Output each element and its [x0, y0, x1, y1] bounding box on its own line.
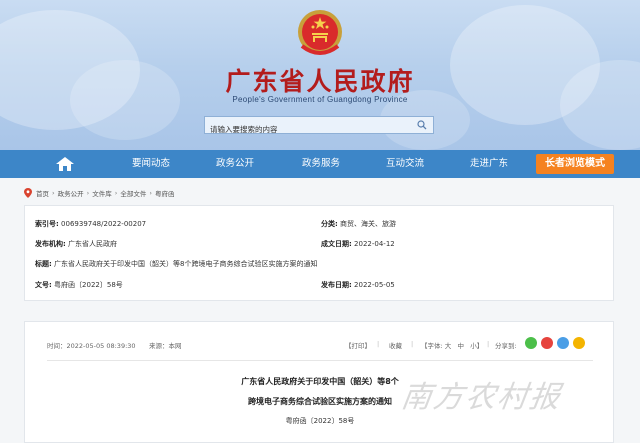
category-label: 分类:	[321, 220, 338, 228]
created-date-label: 成文日期:	[321, 240, 352, 248]
publish-time: 时间：2022-05-05 08:39:30	[47, 342, 136, 350]
published-date-label: 发布日期:	[321, 281, 352, 289]
nav-item-about[interactable]: 走进广东	[454, 150, 524, 178]
divider	[47, 360, 593, 361]
created-date-row: 成文日期: 2022-04-12	[321, 239, 395, 249]
title-value: 广东省人民政府关于印发中国（韶关）等8个跨境电子商务综合试验区实施方案的通知	[54, 260, 318, 268]
issuer-value: 广东省人民政府	[68, 240, 118, 248]
font-size-medium[interactable]: 中	[457, 342, 464, 350]
title-label: 标题:	[35, 260, 52, 268]
favorite-link[interactable]: 收藏	[389, 340, 402, 350]
meta-divider: |	[487, 340, 490, 348]
doc-number-label: 文号:	[35, 281, 52, 289]
nav-item-news[interactable]: 要闻动态	[116, 150, 186, 178]
font-size-control: 【字体: 大 中 小】	[421, 340, 483, 350]
published-date-value: 2022-05-05	[354, 281, 395, 289]
qzone-share-icon[interactable]	[573, 337, 585, 349]
breadcrumb-current[interactable]: 粤府函	[155, 188, 175, 198]
document-info-panel: 索引号: 006939748/2022-00207 分类: 商贸、海关、旅游 发…	[24, 205, 614, 301]
created-date-value: 2022-04-12	[354, 240, 395, 248]
breadcrumb-home[interactable]: 首页	[36, 188, 49, 198]
main-nav: 要闻动态 政务公开 政务服务 互动交流 走进广东 长者浏览模式	[0, 150, 640, 178]
qq-share-icon[interactable]	[557, 337, 569, 349]
issuer-label: 发布机构:	[35, 240, 66, 248]
search-box	[204, 116, 434, 138]
breadcrumb-separator: ›	[86, 189, 90, 197]
breadcrumb: 首页 › 政务公开 › 文件库 › 全部文件 › 粤府函	[24, 186, 174, 200]
print-link[interactable]: 【打印】	[345, 340, 371, 350]
wechat-share-icon[interactable]	[525, 337, 537, 349]
breadcrumb-separator: ›	[149, 189, 152, 197]
font-size-label: 【字体:	[421, 342, 443, 350]
published-date-row: 发布日期: 2022-05-05	[321, 280, 395, 290]
issuer-row: 发布机构: 广东省人民政府	[35, 239, 117, 249]
breadcrumb-separator: ›	[52, 189, 55, 197]
doc-number-value: 粤府函〔2022〕58号	[54, 281, 123, 289]
breadcrumb-all-files[interactable]: 全部文件	[120, 188, 146, 198]
font-size-large[interactable]: 大	[445, 342, 452, 350]
breadcrumb-gov-affairs[interactable]: 政务公开	[58, 188, 84, 198]
site-header: 广东省人民政府 People's Government of Guangdong…	[0, 0, 640, 150]
font-size-close: 】	[476, 342, 484, 350]
search-button[interactable]	[411, 117, 433, 133]
search-icon	[417, 120, 427, 130]
newspaper-watermark: 南方农村报	[399, 380, 564, 415]
home-icon[interactable]	[54, 156, 76, 172]
national-emblem-icon	[298, 10, 342, 55]
nav-item-gov-affairs[interactable]: 政务公开	[200, 150, 270, 178]
category-value: 商贸、海关、旅游	[340, 220, 397, 228]
title-row: 标题: 广东省人民政府关于印发中国（韶关）等8个跨境电子商务综合试验区实施方案的…	[35, 259, 318, 269]
search-input[interactable]	[205, 121, 405, 138]
article-doc-number: 粤府函〔2022〕58号	[285, 417, 355, 425]
breadcrumb-separator: ›	[114, 189, 118, 197]
meta-divider: |	[377, 340, 380, 348]
site-subtitle: People's Government of Guangdong Provinc…	[232, 95, 408, 104]
index-number-value: 006939748/2022-00207	[61, 220, 147, 228]
doc-number-row: 文号: 粤府函〔2022〕58号	[35, 280, 123, 290]
location-pin-icon	[24, 188, 32, 198]
category-row: 分类: 商贸、海关、旅游	[321, 219, 396, 229]
article-source: 来源：本网	[149, 342, 182, 350]
nav-item-interaction[interactable]: 互动交流	[370, 150, 440, 178]
share-label: 分享到:	[495, 342, 517, 350]
elder-mode-button[interactable]: 长者浏览模式	[536, 154, 614, 174]
meta-divider: |	[411, 340, 414, 348]
breadcrumb-file-library[interactable]: 文件库	[92, 188, 112, 198]
index-number-row: 索引号: 006939748/2022-00207	[35, 219, 146, 229]
nav-item-services[interactable]: 政务服务	[286, 150, 356, 178]
site-title: 广东省人民政府	[225, 67, 415, 96]
index-number-label: 索引号:	[35, 220, 59, 228]
weibo-share-icon[interactable]	[541, 337, 553, 349]
